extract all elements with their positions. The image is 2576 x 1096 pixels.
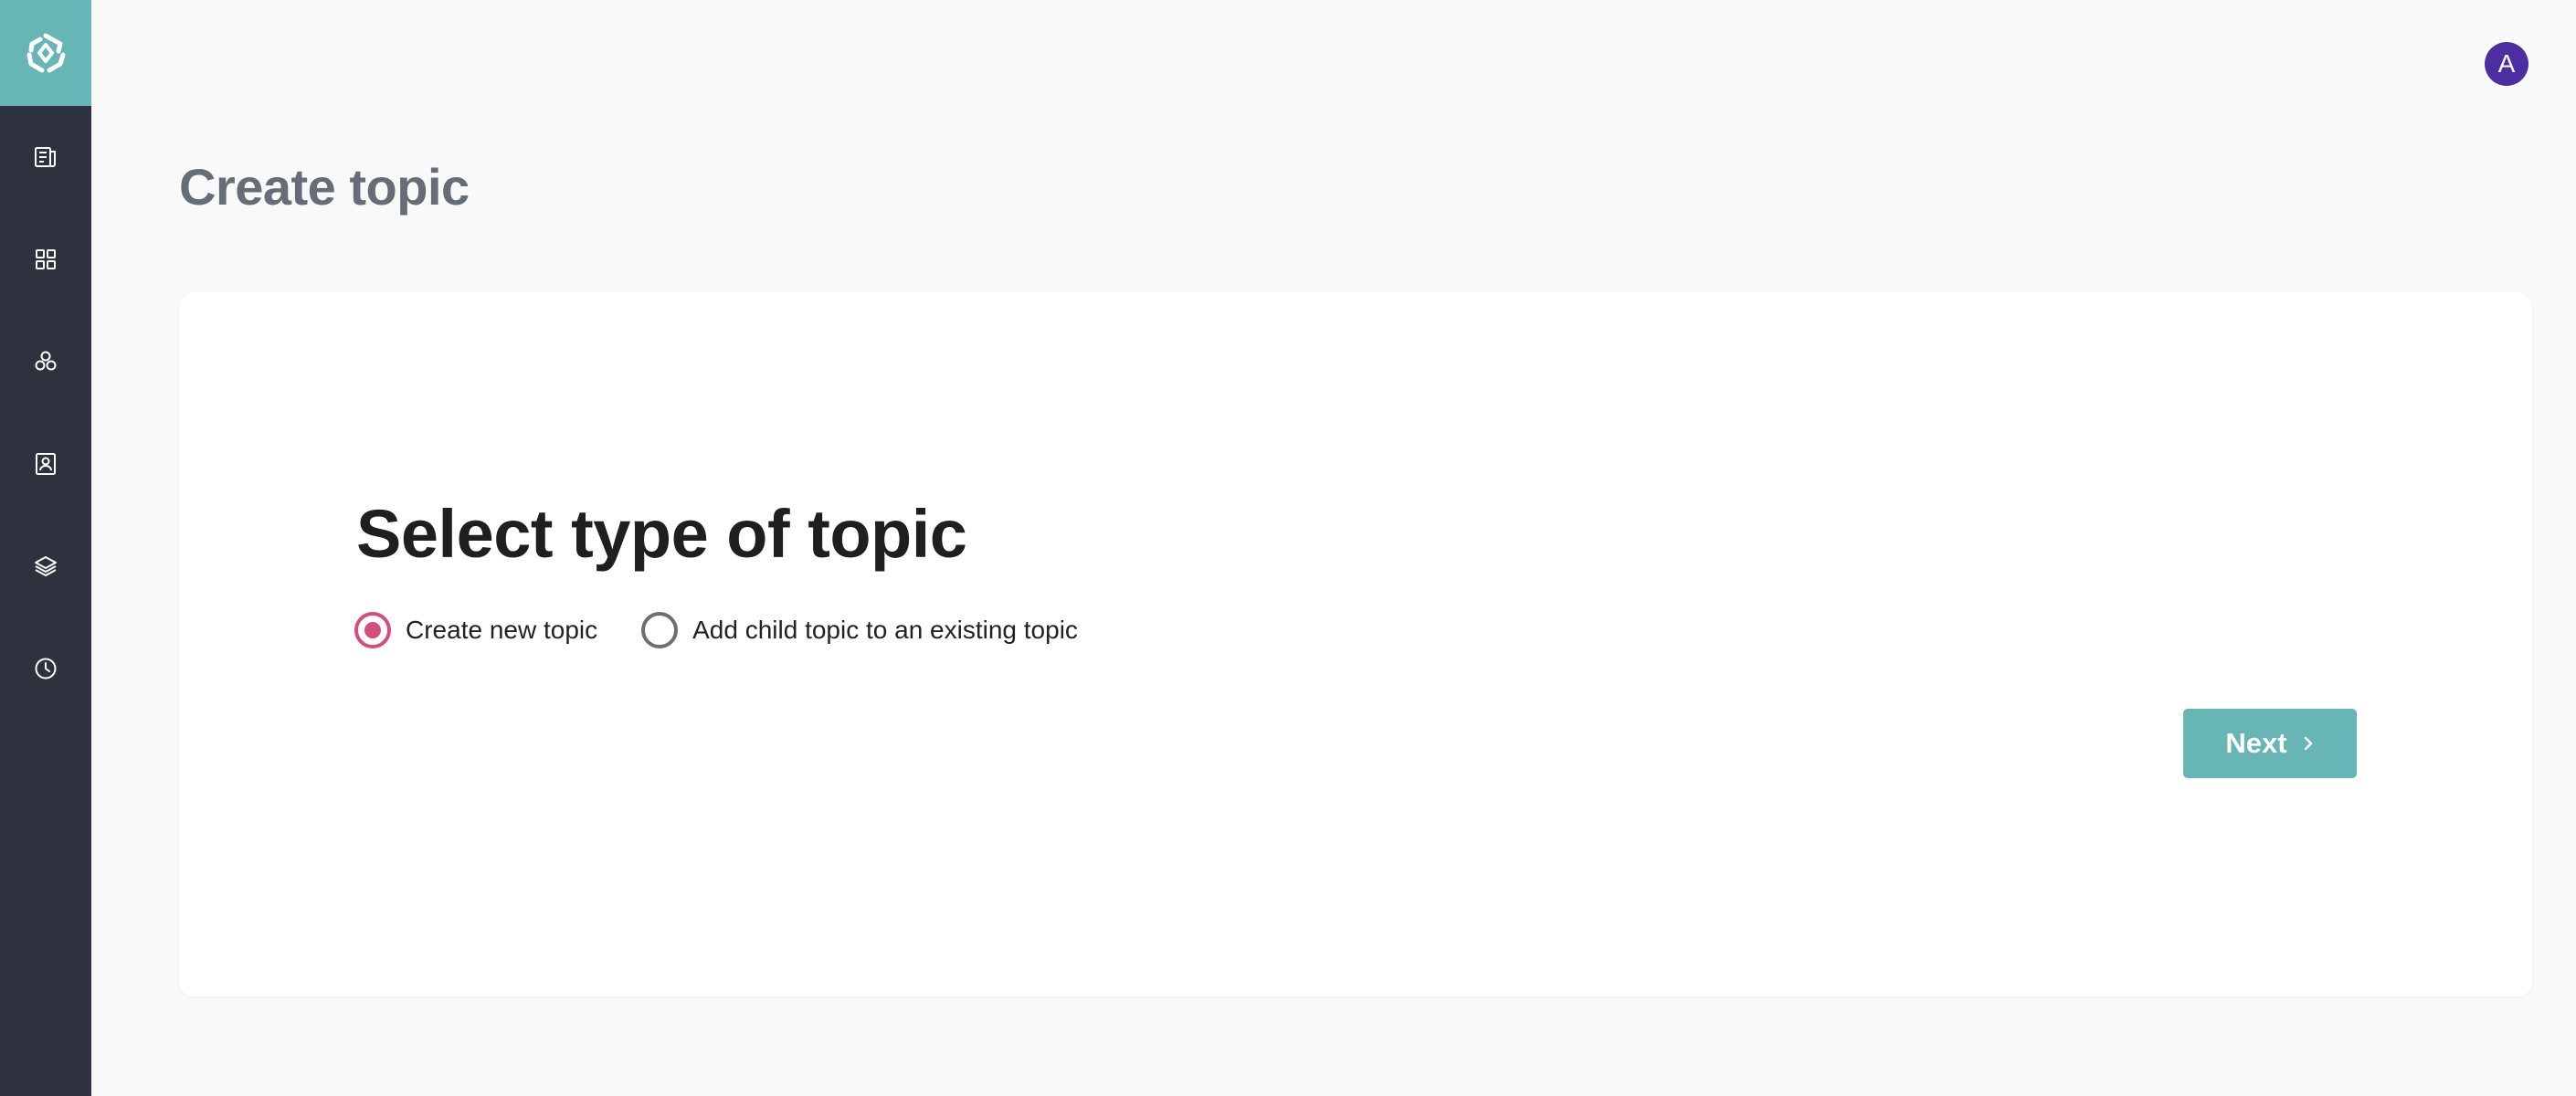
sidebar-item-topics[interactable] bbox=[0, 311, 91, 413]
grid-icon bbox=[36, 249, 56, 269]
sidebar-item-layers[interactable] bbox=[0, 515, 91, 617]
app-logo-icon bbox=[26, 33, 66, 73]
chevron-right-icon bbox=[2302, 735, 2315, 752]
next-button[interactable]: Next bbox=[2183, 709, 2357, 778]
radio-label-create-new: Create new topic bbox=[406, 616, 598, 644]
contacts-icon bbox=[36, 453, 56, 475]
avatar[interactable]: A bbox=[2485, 42, 2528, 86]
sidebar bbox=[0, 0, 91, 1096]
layers-icon bbox=[35, 556, 57, 576]
logo-tile[interactable] bbox=[0, 0, 91, 106]
sidebar-item-contacts[interactable] bbox=[0, 413, 91, 515]
topic-type-radio-group: Create new topic Add child topic to an e… bbox=[354, 612, 1122, 648]
radio-create-new[interactable] bbox=[354, 612, 391, 648]
radio-label-add-child: Add child topic to an existing topic bbox=[692, 616, 1078, 644]
articles-icon bbox=[35, 147, 56, 167]
radio-option-add-child[interactable]: Add child topic to an existing topic bbox=[641, 612, 1078, 648]
sidebar-item-dashboard[interactable] bbox=[0, 208, 91, 311]
radio-option-create-new[interactable]: Create new topic bbox=[354, 612, 597, 648]
sidebar-item-articles[interactable] bbox=[0, 106, 91, 208]
radio-selected-dot bbox=[364, 622, 381, 638]
clock-icon bbox=[35, 658, 57, 680]
radio-add-child[interactable] bbox=[641, 612, 679, 648]
sidebar-item-history[interactable] bbox=[0, 617, 91, 720]
topic-type-card: Select type of topic Create new topic Ad… bbox=[179, 292, 2532, 996]
next-button-label: Next bbox=[2225, 727, 2287, 759]
topics-icon bbox=[35, 351, 57, 371]
page-title: Create topic bbox=[179, 158, 470, 216]
card-heading: Select type of topic bbox=[356, 496, 967, 572]
